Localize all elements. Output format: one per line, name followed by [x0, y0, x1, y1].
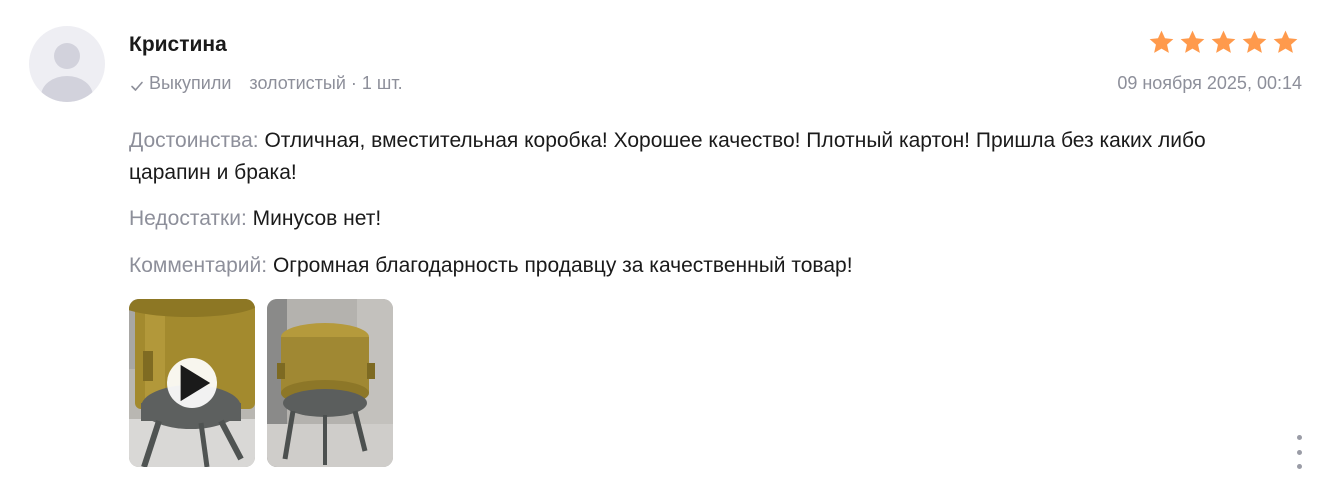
purchase-status: Выкупили — [149, 73, 232, 93]
pros-section: Достоинства: Отличная, вместительная кор… — [129, 125, 1219, 189]
star-icon — [1180, 30, 1205, 53]
cons-text: Минусов нет! — [252, 207, 382, 230]
star-icon — [1242, 30, 1267, 53]
user-placeholder-icon — [41, 43, 93, 102]
review-date: 09 ноября 2025, 00:14 — [1117, 73, 1302, 93]
author-name: Кристина — [129, 33, 227, 56]
play-button[interactable] — [167, 358, 217, 408]
photo-thumbnail[interactable] — [267, 299, 393, 467]
play-icon — [180, 364, 211, 402]
avatar — [29, 26, 105, 102]
video-thumbnail[interactable] — [129, 299, 255, 467]
pros-text: Отличная, вместительная коробка! Хорошее… — [129, 129, 1206, 184]
comment-label: Комментарий: — [129, 254, 268, 277]
more-vertical-icon[interactable] — [1291, 435, 1307, 469]
comment-section: Комментарий: Огромная благодарность прод… — [129, 250, 1219, 282]
comment-text: Огромная благодарность продавцу за качес… — [272, 254, 853, 277]
review-meta: Выкупили золотистый · 1 шт. — [130, 73, 403, 94]
star-icon — [1273, 30, 1298, 53]
variant-info: золотистый · 1 шт. — [249, 73, 403, 93]
cons-section: Недостатки: Минусов нет! — [129, 203, 1219, 235]
cons-label: Недостатки: — [129, 207, 247, 230]
pros-label: Достоинства: — [129, 129, 259, 152]
photo-image — [267, 299, 393, 467]
star-icon — [1149, 30, 1174, 53]
star-icon — [1211, 30, 1236, 53]
check-icon — [130, 77, 144, 91]
rating-stars — [1147, 28, 1300, 57]
